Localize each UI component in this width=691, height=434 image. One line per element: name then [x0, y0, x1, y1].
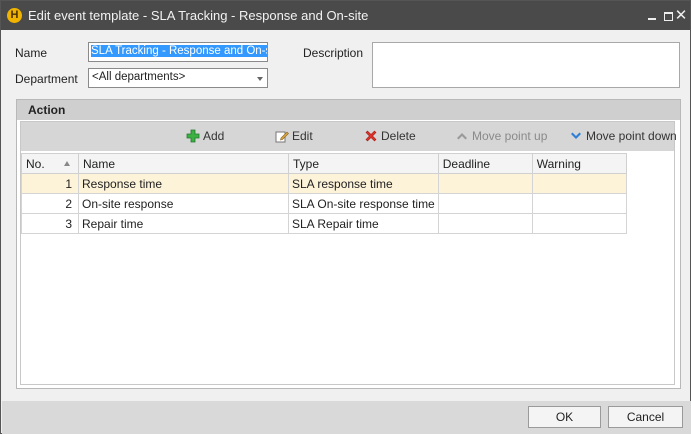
cell-warning: [531, 213, 627, 234]
cell-deadline: [437, 213, 533, 234]
delete-button[interactable]: Delete: [364, 129, 416, 145]
move-up-button[interactable]: Move point up: [455, 129, 547, 145]
table-row[interactable]: 3 Repair time SLA Repair time: [21, 213, 627, 234]
table-row[interactable]: 1 Response time SLA response time: [21, 173, 627, 194]
chevron-down-icon: [571, 132, 581, 139]
table-header-row: No. Name Type Deadline Warning: [21, 153, 627, 174]
cell-no: 2: [21, 193, 79, 214]
minimize-icon: [648, 18, 656, 20]
column-header-no-label: No.: [26, 156, 45, 171]
description-field[interactable]: [372, 42, 680, 88]
ok-button[interactable]: OK: [528, 406, 601, 428]
action-toolbar: Add Edit Delete Move point up Move point…: [21, 122, 677, 151]
department-label: Department: [15, 72, 78, 86]
action-group: Action Add Edit Delete Move point up Mov…: [16, 99, 681, 389]
name-label: Name: [15, 46, 48, 60]
cancel-button[interactable]: Cancel: [608, 406, 683, 428]
cell-name: Repair time: [78, 213, 289, 234]
edit-icon: [275, 131, 289, 143]
close-icon: ✕: [674, 7, 688, 24]
department-select-value: <All departments>: [92, 71, 186, 83]
add-button-label: Add: [203, 129, 225, 143]
action-panel: Add Edit Delete Move point up Move point…: [20, 121, 677, 385]
chevron-up-icon: [457, 133, 467, 140]
dialog-window: H Edit event template - SLA Tracking - R…: [0, 0, 691, 434]
cell-deadline: [437, 173, 533, 194]
column-header-type-label: Type: [293, 156, 320, 171]
app-logo-icon: H: [7, 8, 22, 23]
name-input-value: SLA Tracking - Response and On-site: [91, 45, 267, 57]
close-button[interactable]: ✕: [671, 7, 691, 25]
cell-no: 1: [21, 173, 79, 194]
action-points-table: No. Name Type Deadline Warning 1 Respons…: [21, 153, 627, 234]
action-group-header: Action: [17, 100, 680, 120]
window-title: Edit event template - SLA Tracking - Res…: [28, 8, 369, 23]
delete-icon: [365, 130, 377, 142]
move-down-button-label: Move point down: [586, 129, 677, 143]
edit-button-label: Edit: [292, 129, 313, 143]
cell-type: SLA Repair time: [288, 213, 439, 234]
table-row[interactable]: 2 On-site response SLA On-site response …: [21, 193, 627, 214]
column-header-warning-label: Warning: [536, 156, 581, 171]
action-group-title: Action: [28, 103, 66, 117]
column-header-name[interactable]: Name: [78, 153, 289, 174]
move-up-button-label: Move point up: [472, 129, 548, 143]
cell-type: SLA On-site response time: [288, 193, 439, 214]
move-down-button[interactable]: Move point down: [569, 129, 677, 145]
department-select[interactable]: <All departments>: [88, 68, 268, 88]
name-input[interactable]: SLA Tracking - Response and On-site: [88, 42, 268, 62]
column-header-deadline[interactable]: Deadline: [437, 153, 533, 174]
add-button[interactable]: Add: [186, 129, 224, 145]
cell-warning: [531, 173, 627, 194]
column-header-warning[interactable]: Warning: [531, 153, 627, 174]
cell-warning: [531, 193, 627, 214]
column-header-type[interactable]: Type: [288, 153, 439, 174]
column-header-deadline-label: Deadline: [442, 156, 491, 171]
edit-button[interactable]: Edit: [275, 129, 313, 145]
chevron-down-icon: [257, 77, 263, 81]
sort-ascending-icon: [64, 161, 70, 166]
column-header-name-label: Name: [83, 156, 116, 171]
cell-name: Response time: [78, 173, 289, 194]
cell-no: 3: [21, 213, 79, 234]
title-bar[interactable]: H Edit event template - SLA Tracking - R…: [1, 1, 690, 30]
delete-button-label: Delete: [381, 129, 416, 143]
description-label: Description: [303, 46, 364, 60]
dialog-footer: OK Cancel: [2, 401, 691, 434]
add-icon: [186, 129, 200, 143]
cell-name: On-site response: [78, 193, 289, 214]
cell-deadline: [437, 193, 533, 214]
cell-type: SLA response time: [288, 173, 439, 194]
column-header-no[interactable]: No.: [21, 153, 79, 174]
